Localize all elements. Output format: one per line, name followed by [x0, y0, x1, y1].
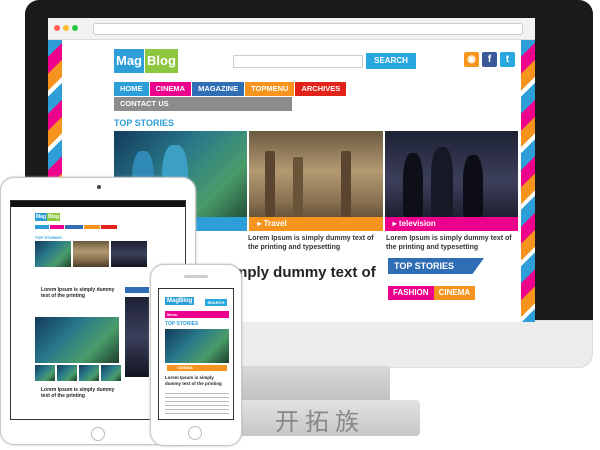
tablet-section-title: TOP STORIES: [35, 235, 62, 240]
tab-cinema[interactable]: CINEMA: [433, 286, 476, 300]
browser-toolbar: [48, 18, 535, 40]
logo-part-mag: Mag: [114, 49, 144, 73]
close-window-icon[interactable]: [54, 25, 60, 31]
tablet-story-image-2: [73, 241, 109, 267]
story-excerpt-television: Lorem Ipsum is simply dummy text of the …: [386, 235, 512, 251]
tablet-sidebar-banner: [125, 287, 149, 293]
tablet-story-image-1: [35, 241, 71, 267]
tablet-home-button: [91, 427, 105, 441]
phone-search-button[interactable]: SEARCH: [205, 299, 227, 306]
phone-tab-cinema[interactable]: CINEMA: [167, 365, 227, 371]
tablet-story-image-3: [111, 241, 147, 267]
nav-cinema[interactable]: CINEMA: [149, 82, 192, 96]
phone-home-button: [188, 426, 202, 440]
phone-site-logo: MagBlog: [165, 297, 195, 305]
tablet-thumb-4: [101, 365, 121, 381]
nav-topmenu[interactable]: TOPMENU: [245, 82, 295, 96]
phone-menu-bar[interactable]: Menu: [165, 311, 229, 318]
tablet-story-title-1: Lorem Ipsum is simply dummy text of the …: [41, 287, 115, 299]
sidebar-top-stories-banner: TOP STORIES: [388, 258, 484, 274]
phone-speaker: [184, 275, 208, 278]
phone-section-title: TOP STORIES: [165, 321, 199, 327]
tablet-thumb-1: [35, 365, 55, 381]
tablet-camera: [97, 185, 101, 189]
nav-contact-us[interactable]: CONTACT US: [114, 97, 292, 111]
main-navigation: HOME CINEMA MAGAZINE TOPMENU ARCHIVES CO…: [114, 82, 374, 112]
tablet-sidebar-list: [125, 297, 149, 377]
story-card-travel[interactable]: ▸ Travel: [249, 131, 383, 231]
maximize-window-icon[interactable]: [72, 25, 78, 31]
phone-story-image: [165, 329, 229, 363]
decorative-stripes-right: [521, 40, 535, 322]
story-card-television[interactable]: ▸ television: [384, 131, 518, 231]
phone-story-title: Lorem Ipsum is simply dummy text of the …: [165, 375, 222, 386]
article-headline[interactable]: mply dummy text of: [234, 264, 376, 281]
story-label-travel: ▸ Travel: [249, 217, 383, 231]
tablet-thumb-2: [57, 365, 77, 381]
facebook-icon[interactable]: f: [482, 52, 497, 67]
site-logo[interactable]: Mag Blog: [114, 49, 178, 73]
tablet-story-title-2: Lorem Ipsum is simply dummy text of the …: [41, 387, 115, 399]
watermark-logo: 开拓族: [275, 408, 365, 436]
tablet-site-logo: Mag Blog: [35, 213, 61, 221]
tablet-navigation: [35, 225, 117, 229]
story-label-television: ▸ television: [384, 217, 518, 231]
address-bar[interactable]: [93, 23, 523, 35]
phone-body-text: [165, 393, 229, 415]
device-mockup: 开拓族 Mag Blog SEARCH ◉ f t HOME CINEMA MA…: [0, 0, 600, 450]
twitter-icon[interactable]: t: [500, 52, 515, 67]
nav-archives[interactable]: ARCHIVES: [295, 82, 347, 96]
search-button[interactable]: SEARCH: [366, 53, 416, 69]
logo-part-blog: Blog: [145, 49, 178, 73]
nav-magazine[interactable]: MAGAZINE: [192, 82, 245, 96]
story-excerpt-travel: Lorem Ipsum is simply dummy text of the …: [248, 235, 374, 251]
minimize-window-icon[interactable]: [63, 25, 69, 31]
phone-screen: MagBlog SEARCH Menu TOP STORIES CINEMA L…: [158, 288, 234, 420]
tab-fashion[interactable]: FASHION: [388, 286, 434, 300]
section-title-top-stories: TOP STORIES: [114, 118, 175, 128]
search-input[interactable]: [233, 55, 363, 68]
tablet-feature-image: [35, 317, 119, 363]
sidebar-tabs: FASHION CINEMA: [388, 286, 476, 300]
tablet-status-bar: [11, 201, 185, 207]
nav-home[interactable]: HOME: [114, 82, 149, 96]
rss-icon[interactable]: ◉: [464, 52, 479, 67]
tablet-thumb-3: [79, 365, 99, 381]
